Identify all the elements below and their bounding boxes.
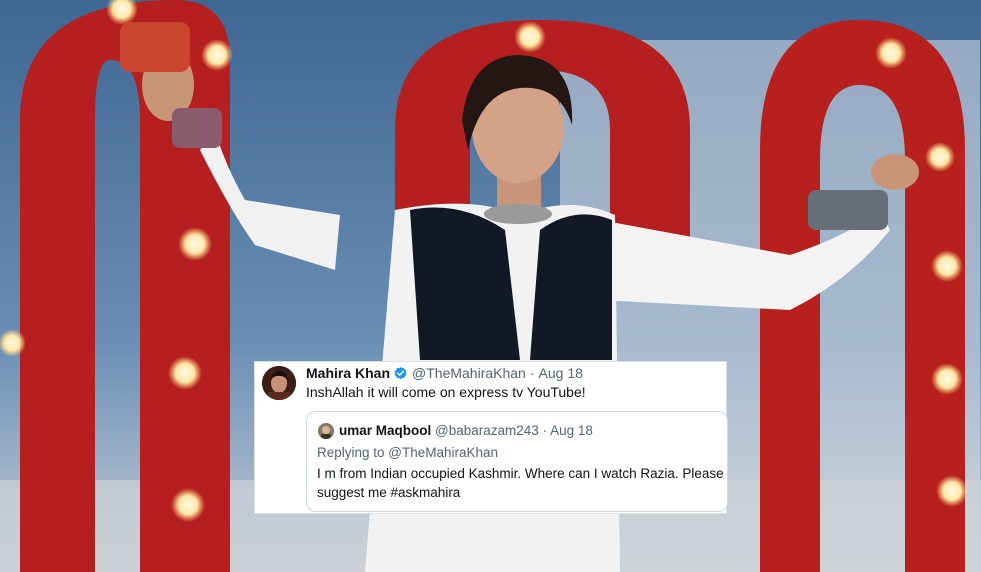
quoted-author-handle[interactable]: @babarazam243 bbox=[435, 423, 539, 438]
avatar-image bbox=[262, 366, 296, 400]
tweet-text: InshAllah it will come on express tv You… bbox=[306, 384, 586, 400]
quoted-author-avatar[interactable] bbox=[318, 423, 334, 439]
tweet-date[interactable]: Aug 18 bbox=[539, 363, 583, 383]
quoted-avatar-image bbox=[318, 423, 334, 439]
author-handle[interactable]: @TheMahiraKhan bbox=[412, 363, 526, 383]
header-separator: · bbox=[529, 365, 535, 381]
author-name[interactable]: Mahira Khan bbox=[306, 363, 390, 383]
quoted-tweet[interactable]: umar Maqbool @babarazam243 · Aug 18 Repl… bbox=[306, 411, 728, 512]
quoted-tweet-date[interactable]: Aug 18 bbox=[550, 423, 593, 438]
verified-badge-icon bbox=[394, 366, 407, 379]
replying-to-label: Replying to @TheMahiraKhan bbox=[317, 445, 499, 460]
author-avatar[interactable] bbox=[262, 366, 296, 400]
quoted-header-separator: · bbox=[542, 423, 548, 438]
quoted-tweet-header: umar Maqbool @babarazam243 · Aug 18 bbox=[339, 421, 593, 441]
quoted-author-name[interactable]: umar Maqbool bbox=[339, 423, 431, 438]
quoted-tweet-text: I m from Indian occupied Kashmir. Where … bbox=[317, 466, 724, 500]
screenshot-stage: Mahira Khan @TheMahiraKhan · Aug 18 Insh… bbox=[0, 0, 981, 572]
tweet-header: Mahira Khan @TheMahiraKhan · Aug 18 bbox=[306, 363, 583, 383]
tweet-card[interactable]: Mahira Khan @TheMahiraKhan · Aug 18 Insh… bbox=[254, 361, 728, 514]
